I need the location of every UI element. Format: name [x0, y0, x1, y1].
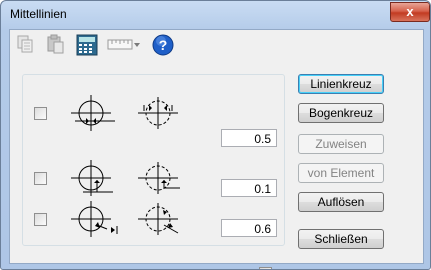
symbol-bogenkreuz-vertical-icon — [134, 158, 184, 201]
symbol-linienkreuz-vertical-icon — [69, 158, 119, 201]
svg-text:?: ? — [159, 37, 168, 53]
options-group: 0.5 0.1 0.6 — [22, 74, 285, 269]
help-icon[interactable]: ? — [150, 32, 176, 58]
row1-checkbox[interactable] — [34, 107, 47, 120]
symbol-bogenkreuz-horizontal-icon — [134, 93, 184, 136]
row1-value-input[interactable]: 0.5 — [221, 129, 277, 147]
aufloesen-button[interactable]: Auflösen — [298, 192, 384, 212]
row2-value-input[interactable]: 0.1 — [221, 179, 277, 197]
title-bar: Mittellinien x — [1, 1, 430, 29]
ruler-dropdown-icon[interactable] — [106, 32, 142, 58]
close-button[interactable]: x — [390, 2, 430, 22]
symbol-bogenkreuz-diagonal-icon — [134, 199, 184, 242]
dialog-window: Mittellinien x ? 0.5 0.1 0.6 Linienkreuz… — [0, 0, 431, 270]
window-title: Mittellinien — [10, 7, 67, 21]
row3-checkbox[interactable] — [34, 213, 47, 226]
calculator-icon[interactable] — [74, 32, 100, 58]
close-icon: x — [406, 4, 414, 19]
copy-icon[interactable] — [14, 32, 38, 58]
symbol-linienkreuz-diagonal-icon — [69, 199, 119, 242]
toolbar: ? — [14, 32, 214, 60]
dialog-client: ? 0.5 0.1 0.6 Linienkreuz Bogenkreuz Zuw… — [9, 29, 424, 269]
von-element-button[interactable]: von Element — [298, 163, 384, 183]
symbol-linienkreuz-horizontal-icon — [69, 93, 119, 136]
bogenkreuz-button[interactable]: Bogenkreuz — [298, 103, 384, 123]
row2-checkbox[interactable] — [34, 172, 47, 185]
paste-icon[interactable] — [44, 32, 68, 58]
zuweisen-button[interactable]: Zuweisen — [298, 134, 384, 154]
schliessen-button[interactable]: Schließen — [298, 229, 384, 249]
linienkreuz-button[interactable]: Linienkreuz — [298, 74, 384, 94]
row3-value-input[interactable]: 0.6 — [221, 219, 277, 237]
